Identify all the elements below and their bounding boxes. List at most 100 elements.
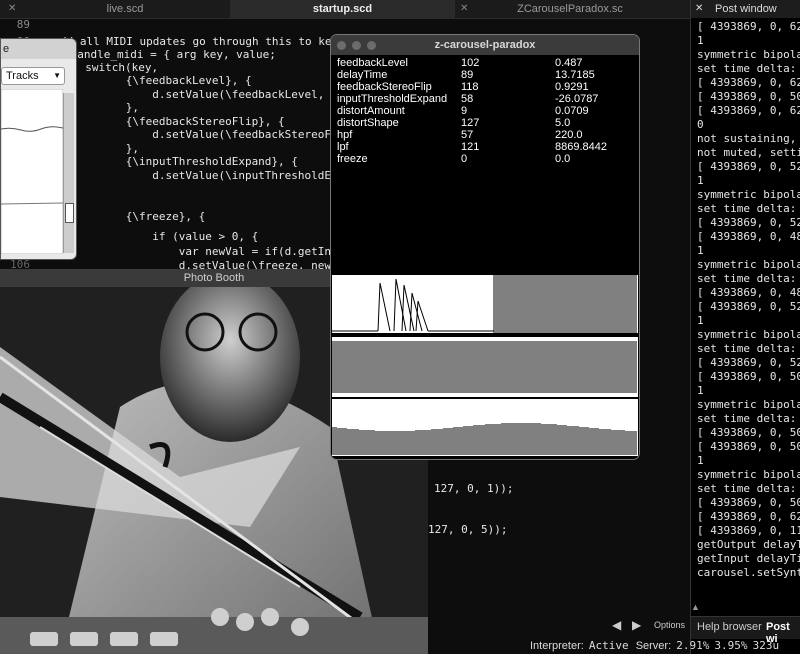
next-arrow-icon[interactable]: ▶	[632, 618, 641, 632]
meter-window: e Tracks ▼	[0, 38, 77, 260]
scrollbar-thumb[interactable]	[65, 203, 74, 223]
post-line: [ 4393869, 0, 48,	[697, 286, 800, 299]
post-line: symmetric bipolar	[697, 328, 800, 341]
post-line: symmetric bipolar	[697, 258, 800, 271]
param-value: 220.0	[555, 129, 583, 141]
post-line: not muted, setting	[697, 146, 800, 159]
param-name: freeze	[337, 153, 368, 165]
param-name: distortShape	[337, 117, 399, 129]
cpu-peak: 3.95%	[714, 639, 748, 652]
window-title: e	[1, 39, 76, 59]
post-window: ✕ Post window [ 4393869, 0, 62, 1 symmetri…	[690, 0, 800, 654]
status-bar: Interpreter: Active Server: 2.91% 3.95% …	[530, 638, 800, 654]
post-line: set time delta: 8	[697, 342, 800, 355]
interpreter-label: Interpreter:	[530, 640, 584, 652]
post-line: [ 4393869, 0, 50,	[697, 496, 800, 509]
code-line: },	[86, 101, 139, 114]
param-row: feedbackStereoFlip 118 0.9291	[337, 81, 633, 93]
post-line: [ 4393869, 0, 50,	[697, 370, 800, 383]
tracks-select[interactable]: Tracks ▼	[1, 67, 65, 85]
post-line: [ 4393869, 0, 52,	[697, 356, 800, 369]
close-window-button[interactable]	[337, 41, 346, 50]
post-line: symmetric bipolar	[697, 468, 800, 481]
options-button[interactable]: Options	[654, 620, 685, 630]
post-line: set time delta: 4	[697, 202, 800, 215]
post-line: getOutput delayTim	[697, 538, 800, 551]
carousel-paradox-window: z-carousel-paradox feedbackLevel 102 0.487…	[330, 34, 640, 460]
meter-plot	[1, 89, 63, 254]
param-value: 13.7185	[555, 69, 595, 81]
post-line: [ 4393869, 0, 52,	[697, 160, 800, 173]
interpreter-status[interactable]: Active	[589, 639, 629, 652]
code-line: 127, 0, 1));	[434, 482, 514, 495]
code-line: // all MIDI updates go through this to k…	[60, 35, 359, 48]
post-bottom-tabs: Help browser Post wi	[691, 616, 800, 645]
param-value: 0.0	[555, 153, 571, 165]
code-line: {\inputThresholdExpand}, {	[86, 155, 298, 168]
param-value: 0.487	[555, 57, 583, 69]
code-line: {\freeze}, {	[86, 210, 206, 223]
post-line: getInput delayTime	[697, 552, 800, 565]
post-line: 0	[697, 118, 704, 131]
tab-zcarousel[interactable]: ZCarouselParadox.sc	[470, 0, 670, 18]
cpu-average: 2.91%	[676, 639, 710, 652]
close-tab-icon[interactable]: ✕	[460, 0, 468, 18]
delay-display	[332, 399, 638, 456]
param-row: distortShape 127 5.0	[337, 117, 633, 129]
scroll-up-icon[interactable]: ▲	[691, 602, 701, 612]
line-number: 89	[16, 18, 30, 31]
ugen-count: 323u	[752, 639, 780, 652]
code-line: 127, 0, 5));	[428, 523, 508, 536]
code-line: if (value > 0, {	[86, 230, 259, 243]
server-label: Server:	[635, 640, 672, 652]
post-line: symmetric bipolar	[697, 48, 800, 61]
post-line: [ 4393869, 0, 48,	[697, 230, 800, 243]
post-line: set time delta: 10	[697, 482, 797, 495]
param-name: distortAmount	[337, 105, 405, 117]
tab-live[interactable]: live.scd	[40, 0, 210, 18]
param-name: feedbackLevel	[337, 57, 408, 69]
post-line: [ 4393869, 0, 62,	[697, 510, 800, 523]
spectrum-display	[332, 337, 638, 397]
param-value: 5.0	[555, 117, 571, 129]
tab-help-browser[interactable]: Help browser	[697, 621, 762, 633]
post-line: symmetric bipolar	[697, 188, 800, 201]
post-line: [ 4393869, 0, 62,	[697, 76, 800, 89]
code-line: switch(key,	[72, 61, 159, 74]
param-name: hpf	[337, 129, 353, 141]
editor-tab-bar: ✕ live.scd ✕ startup.scd ✕ ZCarouselPara…	[0, 0, 690, 19]
post-line: 1	[697, 384, 704, 397]
tab-startup[interactable]: startup.scd	[230, 0, 455, 18]
param-midi-value: 89	[461, 69, 474, 81]
post-window-title: ✕ Post window	[691, 0, 800, 18]
close-icon[interactable]: ✕	[695, 0, 703, 18]
delay-plot	[332, 423, 637, 455]
post-line: set time delta: 6	[697, 272, 800, 285]
window-title: z-carousel-paradox	[331, 35, 639, 55]
param-midi-value: 102	[461, 57, 480, 69]
param-value: 0.9291	[555, 81, 589, 93]
close-tab-icon[interactable]: ✕	[8, 0, 16, 18]
param-name: lpf	[337, 141, 349, 153]
param-midi-value: 57	[461, 129, 474, 141]
param-name: feedbackStereoFlip	[337, 81, 432, 93]
param-row: freeze 0 0.0	[337, 153, 633, 165]
code-line: {\feedbackStereoFlip}, {	[86, 115, 285, 128]
param-row: delayTime 89 13.7185	[337, 69, 633, 81]
param-midi-value: 121	[461, 141, 480, 153]
param-row: distortAmount 9 0.0709	[337, 105, 633, 117]
param-midi-value: 0	[461, 153, 468, 165]
param-row: lpf 121 8869.8442	[337, 141, 633, 153]
param-row: feedbackLevel 102 0.487	[337, 57, 633, 69]
param-value: -26.0787	[555, 93, 599, 105]
minimize-window-button[interactable]	[352, 41, 361, 50]
post-line: 1	[697, 454, 704, 467]
param-name: inputThresholdExpand	[337, 93, 448, 105]
param-value: 8869.8442	[555, 141, 607, 153]
post-line: 1	[697, 34, 704, 47]
zoom-window-button[interactable]	[367, 41, 376, 50]
param-midi-value: 9	[461, 105, 468, 117]
prev-arrow-icon[interactable]: ◀	[612, 618, 621, 632]
code-line: },	[86, 142, 139, 155]
scrollbar[interactable]	[63, 93, 74, 253]
